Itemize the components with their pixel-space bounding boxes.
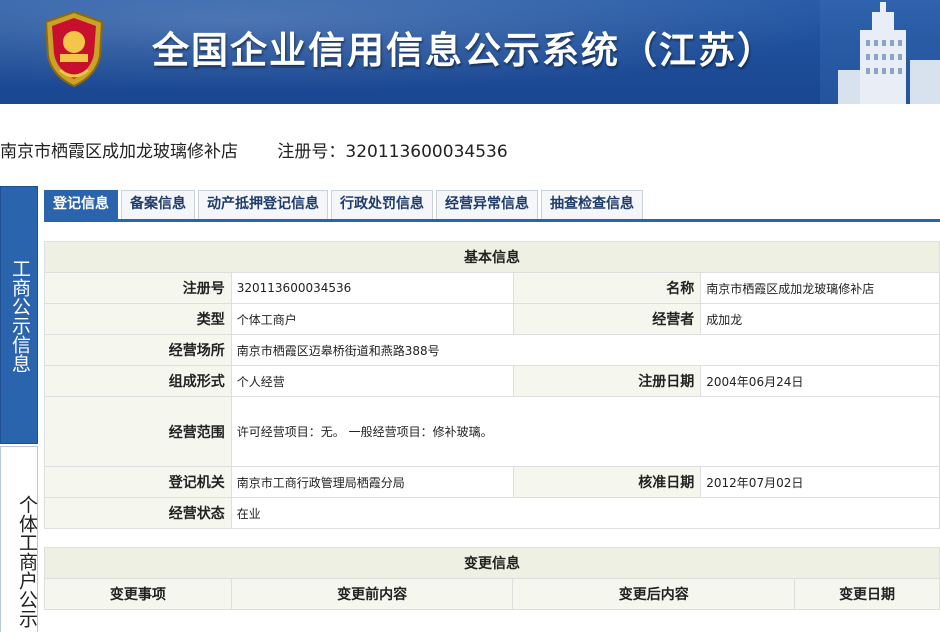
label-operator: 经营者 (512, 303, 702, 335)
column-header-after: 变更后内容 (512, 578, 796, 610)
label-reg-no: 注册号 (44, 272, 232, 304)
value-scope: 许可经营项目：无。 一般经营项目：修补玻璃。 (230, 396, 940, 467)
tab-underline (44, 219, 940, 222)
label-approve-date: 核准日期 (512, 466, 702, 498)
tab-chattel-mortgage[interactable]: 动产抵押登记信息 (198, 190, 328, 219)
tab-spot-check[interactable]: 抽查检查信息 (541, 190, 643, 219)
company-registration-number: 注册号：320113600034536 (277, 142, 508, 162)
label-name: 名称 (512, 272, 702, 304)
column-header-before: 变更前内容 (230, 578, 514, 610)
label-reg-date: 注册日期 (512, 365, 702, 397)
label-status: 经营状态 (44, 497, 232, 529)
basic-info-title: 基本信息 (44, 241, 940, 273)
basic-info-table: 基本信息 注册号 320113600034536 名称 南京市栖霞区成加龙玻璃修… (44, 241, 940, 529)
value-approve-date: 2012年07月02日 (700, 466, 940, 498)
tab-abnormal-operation[interactable]: 经营异常信息 (436, 190, 538, 219)
value-status: 在业 (230, 497, 940, 529)
label-place: 经营场所 (44, 334, 232, 366)
value-reg-date: 2004年06月24日 (700, 365, 940, 397)
label-authority: 登记机关 (44, 466, 232, 498)
label-type: 类型 (44, 303, 232, 335)
label-form: 组成形式 (44, 365, 232, 397)
value-operator: 成加龙 (700, 303, 940, 335)
value-reg-no: 320113600034536 (230, 272, 514, 304)
side-tab-label: 工商公示信息 (9, 259, 31, 373)
change-info-table: 变更信息 变更事项 变更前内容 变更后内容 变更日期 (44, 547, 940, 610)
company-heading: 南京市栖霞区成加龙玻璃修补店 注册号：320113600034536 (0, 137, 508, 162)
value-type: 个体工商户 (230, 303, 514, 335)
national-emblem-icon (44, 10, 104, 88)
building-skyline-icon (820, 0, 940, 104)
column-header-change-item: 变更事项 (44, 578, 232, 610)
value-authority: 南京市工商行政管理局栖霞分局 (230, 466, 514, 498)
change-info-title: 变更信息 (44, 547, 940, 579)
tab-filing-info[interactable]: 备案信息 (121, 190, 195, 219)
tab-administrative-penalty[interactable]: 行政处罚信息 (331, 190, 433, 219)
value-form: 个人经营 (230, 365, 514, 397)
label-scope: 经营范围 (44, 396, 232, 467)
value-name: 南京市栖霞区成加龙玻璃修补店 (700, 272, 940, 304)
tab-registration-info[interactable]: 登记信息 (44, 190, 118, 219)
header-banner: 全国企业信用信息公示系统（江苏） (0, 0, 940, 104)
side-tab-individual-disclosure[interactable]: 个体工商户公示 (0, 446, 38, 632)
side-tab-business-info[interactable]: 工商公示信息 (0, 186, 38, 444)
info-tabs: 登记信息 备案信息 动产抵押登记信息 行政处罚信息 经营异常信息 抽查检查信息 (44, 190, 643, 220)
company-name: 南京市栖霞区成加龙玻璃修补店 (0, 142, 238, 162)
side-tab-label: 个体工商户公示 (16, 494, 38, 628)
banner-title: 全国企业信用信息公示系统（江苏） (152, 29, 776, 72)
value-place: 南京市栖霞区迈皋桥街道和燕路388号 (230, 334, 940, 366)
column-header-change-date: 变更日期 (794, 578, 940, 610)
